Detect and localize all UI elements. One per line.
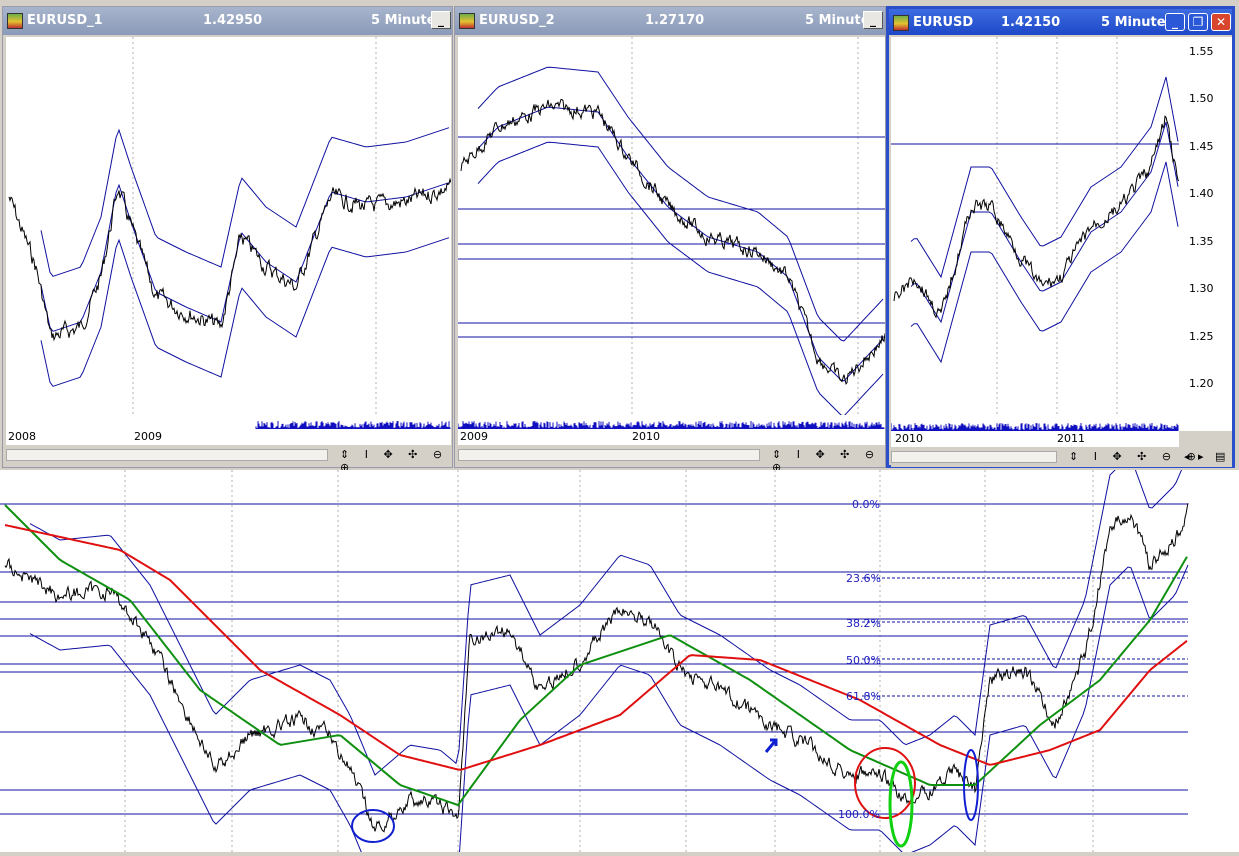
time-axis: 2008 2009 xyxy=(6,429,451,445)
y-tick-label: 1.25 xyxy=(1189,330,1214,343)
price-chart-svg xyxy=(8,37,452,415)
chart-footer: ⇕ I ✥ ✣ ⊖ ⊕ xyxy=(458,447,885,474)
last-price: 1.27170 xyxy=(645,13,705,28)
fib-label-50: 50.0% xyxy=(846,654,881,667)
window-titlebar[interactable]: EURUSD 1.42150 5 Minute _ ❐ ✕ xyxy=(889,9,1232,35)
price-chart[interactable] xyxy=(891,37,1180,417)
horizontal-scrollbar[interactable] xyxy=(458,449,760,461)
volume-pane xyxy=(457,415,885,430)
annotation-blue-ellipse xyxy=(351,809,395,843)
y-tick-label: 1.20 xyxy=(1189,377,1214,390)
x-tick-label: 2010 xyxy=(632,430,660,443)
price-line xyxy=(460,98,886,385)
horizontal-scrollbar[interactable] xyxy=(6,449,328,461)
x-tick-label: 2010 xyxy=(895,432,923,445)
bollinger-lower xyxy=(29,564,1189,856)
y-tick-label: 1.45 xyxy=(1189,140,1214,153)
chart-app-icon xyxy=(459,13,475,29)
fib-label-23-6: 23.6% xyxy=(846,572,881,585)
bollinger-lower xyxy=(477,141,884,417)
period-label: 5 Minute xyxy=(1101,15,1166,30)
y-tick-label: 1.50 xyxy=(1189,92,1214,105)
bollinger-lower xyxy=(40,237,450,387)
bollinger-middle xyxy=(910,121,1179,324)
chart-toolbar[interactable]: ⇕ I ✥ ✣ ⊖ ⊕ xyxy=(1069,450,1202,463)
y-tick-label: 1.40 xyxy=(1189,187,1214,200)
window-titlebar[interactable]: EURUSD_2 1.27170 5 Minute _ xyxy=(455,7,885,35)
moving-average-slow xyxy=(4,524,1188,771)
price-chart[interactable] xyxy=(458,37,886,417)
price-line xyxy=(8,177,452,342)
chart-app-icon xyxy=(7,13,23,29)
x-tick-label: 2009 xyxy=(460,430,488,443)
y-tick-label: 1.30 xyxy=(1189,282,1214,295)
volume-pane xyxy=(890,417,1179,432)
symbol-name: EURUSD_1 xyxy=(27,13,103,28)
x-tick-label: 2008 xyxy=(8,430,36,443)
x-tick-label: 2011 xyxy=(1057,432,1085,445)
price-chart-svg xyxy=(458,37,886,417)
fib-label-100: 100.0% xyxy=(838,808,880,821)
last-price: 1.42150 xyxy=(1001,15,1061,30)
price-axis: 1.55 1.50 1.45 1.40 1.35 1.30 1.25 1.20 xyxy=(1179,37,1232,431)
window-titlebar[interactable]: EURUSD_1 1.42950 5 Minute _ xyxy=(3,7,452,35)
scroll-right-icon[interactable]: ▸ xyxy=(1198,450,1208,463)
horizontal-scrollbar[interactable] xyxy=(891,451,1057,463)
fib-label-38-2: 38.2% xyxy=(846,617,881,630)
fib-label-0: 0.0% xyxy=(852,498,880,511)
close-button[interactable]: ✕ xyxy=(1211,13,1231,31)
price-chart[interactable] xyxy=(6,37,452,415)
combined-chart[interactable]: 0.0% 23.6% 38.2% 50.0% 61.8% 100.0% xyxy=(0,454,1239,856)
time-axis: 2009 2010 xyxy=(458,429,885,445)
y-tick-label: 1.35 xyxy=(1189,235,1214,248)
chart-window-eurusd[interactable]: EURUSD 1.42150 5 Minute _ ❐ ✕ 1.55 1.50 … xyxy=(886,6,1235,468)
price-chart-svg xyxy=(891,37,1180,417)
minimize-button[interactable]: _ xyxy=(1165,13,1185,31)
last-price: 1.42950 xyxy=(203,13,263,28)
symbol-name: EURUSD_2 xyxy=(479,13,555,28)
fib-label-61-8: 61.8% xyxy=(846,690,881,703)
minimize-button[interactable]: _ xyxy=(863,11,883,29)
chart-app-icon xyxy=(893,15,909,31)
chart-footer: ⇕ I ✥ ✣ ⊖ ⊕ xyxy=(6,447,451,474)
symbol-name: EURUSD xyxy=(913,15,974,30)
y-tick-label: 1.55 xyxy=(1189,45,1214,58)
chart-footer: ⇕ I ✥ ✣ ⊖ ⊕ ◂ ▸ ▤ xyxy=(891,449,1232,467)
period-label: 5 Minute xyxy=(805,13,870,28)
chart-window-eurusd-1[interactable]: EURUSD_1 1.42950 5 Minute _ 2008 2009 ⇕ … xyxy=(2,6,453,474)
minimize-button[interactable]: _ xyxy=(431,11,451,29)
grid-toggle-icon[interactable]: ▤ xyxy=(1215,450,1225,463)
restore-button[interactable]: ❐ xyxy=(1188,13,1208,31)
combined-chart-svg xyxy=(0,454,1189,856)
period-label: 5 Minute xyxy=(371,13,436,28)
time-axis: 2010 2011 xyxy=(891,431,1179,447)
x-tick-label: 2009 xyxy=(134,430,162,443)
volume-pane xyxy=(6,415,451,430)
chart-window-eurusd-2[interactable]: EURUSD_2 1.27170 5 Minute _ 2009 2010 ⇕ … xyxy=(454,6,886,474)
scroll-left-icon[interactable]: ◂ xyxy=(1184,450,1194,463)
bollinger-upper xyxy=(910,76,1179,279)
bollinger-lower xyxy=(910,161,1179,364)
